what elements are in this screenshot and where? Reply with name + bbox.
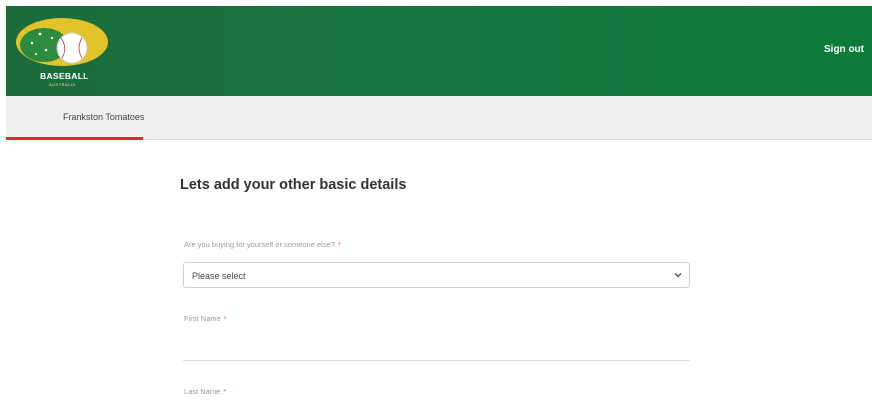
first-name-label-text: First Name — [184, 314, 221, 323]
club-nav-bar: Frankston Tomatoes — [6, 96, 872, 140]
logo-wordmark: BASEBALL — [40, 71, 89, 81]
required-marker: * — [223, 387, 227, 396]
active-tab-indicator — [6, 137, 143, 140]
sign-out-link[interactable]: Sign out — [824, 44, 864, 55]
buyer-select[interactable]: Please select — [183, 262, 690, 288]
tab-frankston-tomatoes[interactable]: Frankston Tomatoes — [6, 96, 145, 140]
logo-subtext: AUSTRALIA — [49, 82, 76, 87]
buyer-question-label: Are you buying for yourself or someone e… — [184, 240, 341, 249]
buyer-question-text: Are you buying for yourself or someone e… — [184, 240, 335, 249]
first-name-label: First Name * — [184, 314, 227, 323]
required-marker: * — [337, 240, 341, 249]
required-marker: * — [223, 314, 227, 323]
last-name-label-text: Last Name — [184, 387, 221, 396]
baseball-australia-logo[interactable]: BASEBALL AUSTRALIA — [16, 12, 112, 92]
buyer-select-value: Please select — [192, 271, 246, 281]
chevron-down-icon — [674, 273, 682, 278]
site-header: BASEBALL AUSTRALIA Sign out — [6, 6, 872, 96]
last-name-label: Last Name * — [184, 387, 226, 396]
tab-label: Frankston Tomatoes — [63, 112, 145, 122]
first-name-field[interactable] — [183, 338, 690, 361]
page-title: Lets add your other basic details — [180, 177, 407, 193]
